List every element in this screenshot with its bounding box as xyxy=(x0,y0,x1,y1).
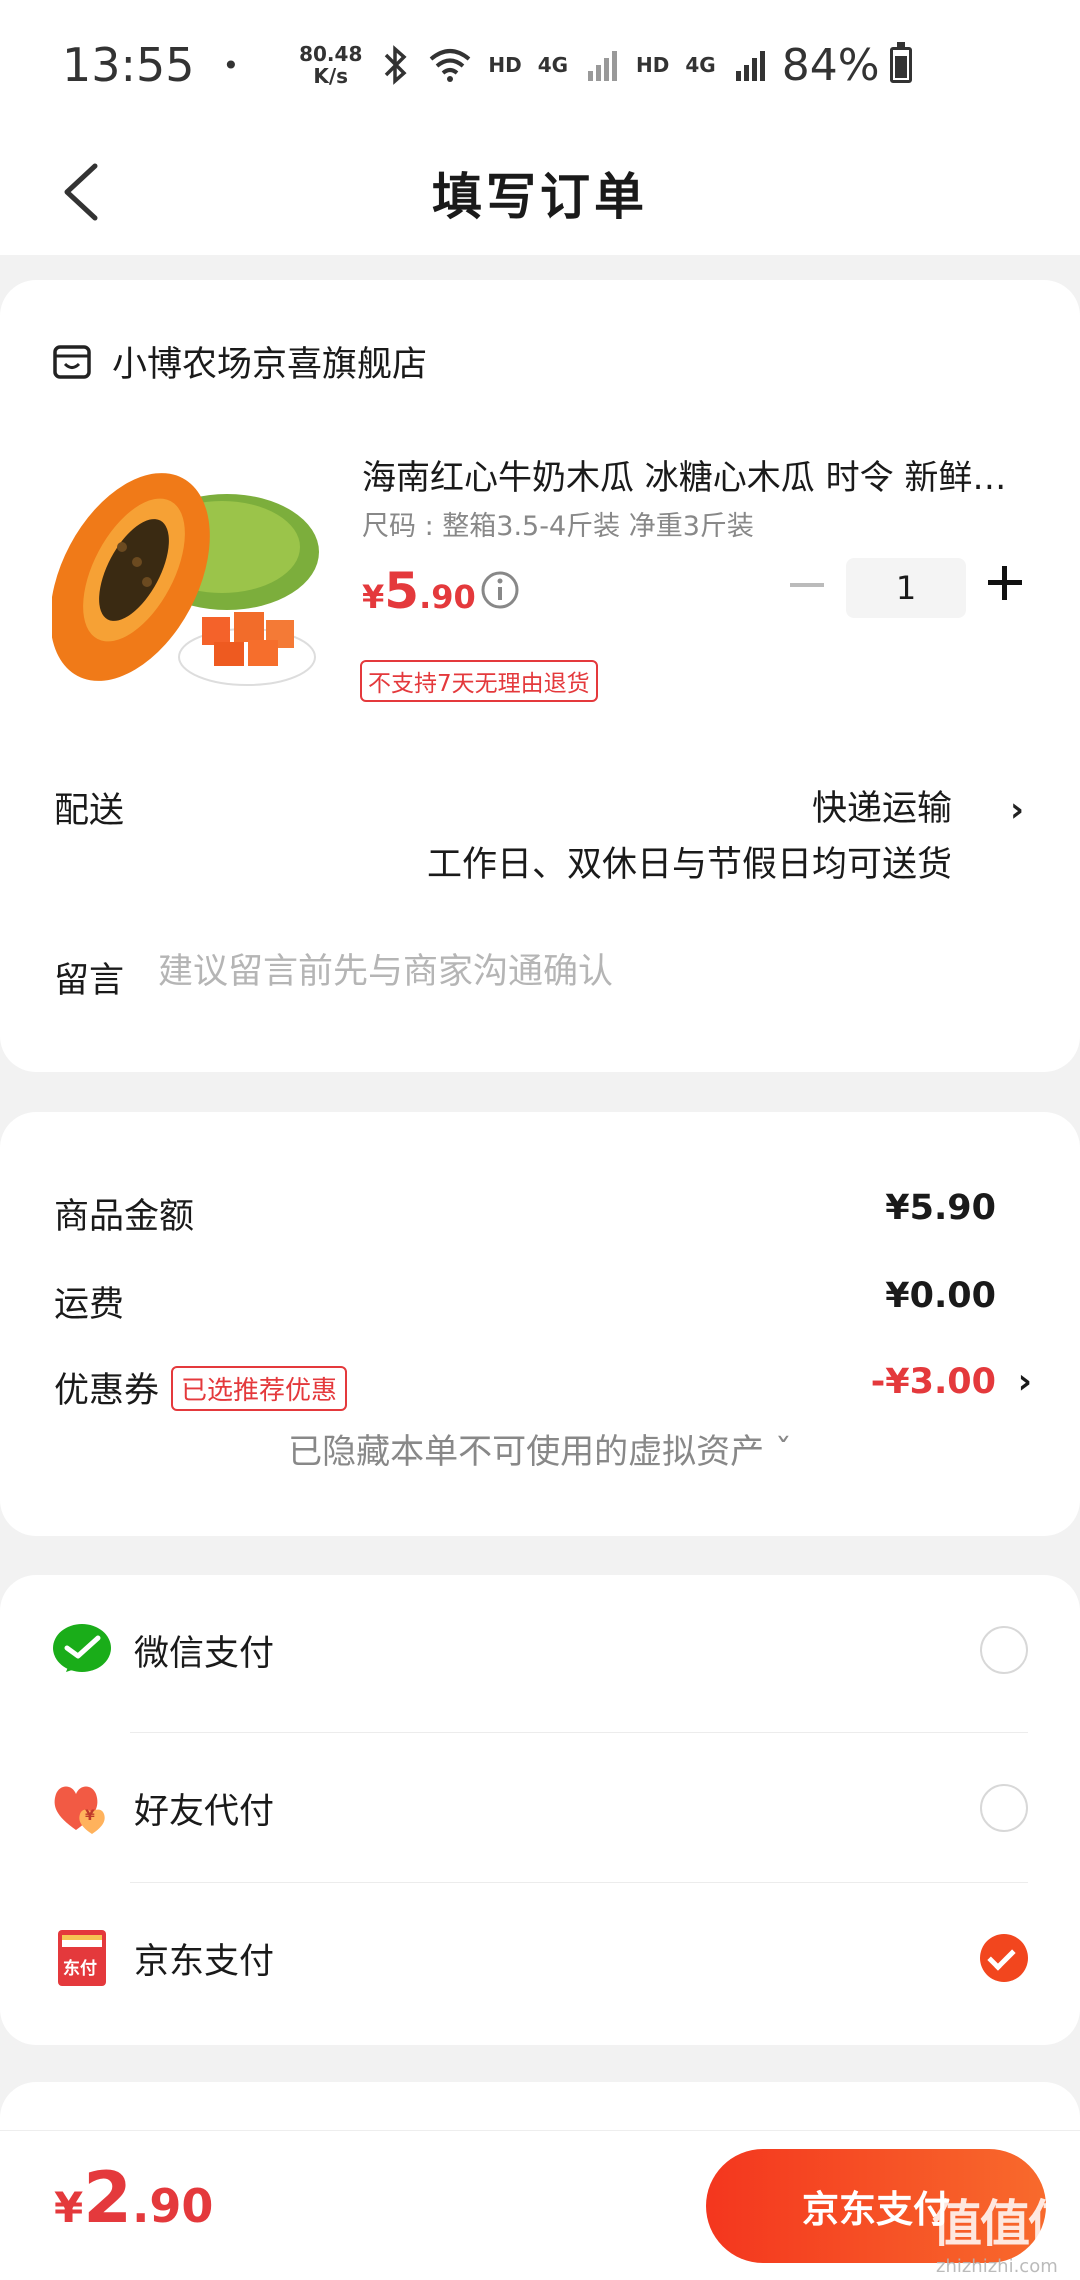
total-decimal: .90 xyxy=(131,2179,214,2233)
watermark-site: zhizhizhi.com xyxy=(936,2256,1058,2277)
info-icon[interactable] xyxy=(480,570,520,610)
payment-option-wechat[interactable]: 微信支付 xyxy=(52,1575,1028,1725)
chevron-right-icon[interactable]: › xyxy=(1018,1362,1032,1402)
friend-pay-icon: ¥ xyxy=(52,1778,112,1838)
bluetooth-icon xyxy=(380,45,410,85)
watermark-logo: 值值值 xyxy=(932,2195,1078,2253)
message-input[interactable] xyxy=(158,944,998,1000)
status-bar: 13:55 • 80.48 K/s HD 4G HD 4G 84% xyxy=(0,0,1080,130)
status-time: 13:55 xyxy=(62,38,195,92)
payment-label: 京东支付 xyxy=(134,1941,275,1982)
store-header[interactable]: 小博农场京喜旗舰店 xyxy=(52,336,427,387)
page-title: 填写订单 xyxy=(432,167,648,226)
shipping-label: 配送 xyxy=(54,791,125,831)
total-symbol: ¥ xyxy=(54,2183,84,2232)
jd-pay-icon-text: 东付 xyxy=(63,1959,97,1979)
amount-summary-card: 商品金额 ¥5.90 运费 ¥0.00 优惠券 已选推荐优惠 -¥3.00 › 已… xyxy=(0,1112,1080,1536)
quantity-decrease-button[interactable] xyxy=(790,583,824,587)
signal-icon-2 xyxy=(734,47,768,83)
total-price: ¥2.90 xyxy=(54,2157,213,2239)
payment-methods-card: 微信支付 ¥ 好友代付 东付 京东支付 xyxy=(0,1575,1080,2045)
radio-button-checked[interactable] xyxy=(980,1934,1028,1982)
coupon-value[interactable]: -¥3.00 xyxy=(871,1362,996,1402)
hidden-assets-toggle[interactable]: 已隐藏本单不可使用的虚拟资产 ˇ xyxy=(0,1424,1080,1473)
coupon-tag: 已选推荐优惠 xyxy=(171,1365,348,1411)
battery-icon xyxy=(889,42,912,83)
network-speed-value: 80.48 xyxy=(299,42,363,66)
payment-option-jd[interactable]: 东付 京东支付 xyxy=(52,1883,1028,2033)
nav-bar: 填写订单 xyxy=(0,130,1080,255)
friend-pay-icon-text: ¥ xyxy=(85,1808,95,1824)
product-title[interactable]: 海南红心牛奶木瓜 冰糖心木瓜 时令 新鲜水果 xyxy=(362,450,1012,499)
radio-button[interactable] xyxy=(980,1784,1028,1832)
network-speed-unit: K/s xyxy=(313,64,349,88)
return-policy-tag: 不支持7天无理由退货 xyxy=(360,660,598,702)
coupon-label: 优惠券 xyxy=(54,1371,160,1411)
hd-label-1: HD xyxy=(488,53,522,77)
product-price: ¥5.90 xyxy=(362,562,476,620)
store-icon xyxy=(52,342,92,382)
shipping-method[interactable]: 快递运输 xyxy=(812,780,952,831)
order-item-card: 小博农场京喜旗舰店 海南红心牛奶木瓜 冰糖心木瓜 时令 新鲜水果 尺码 : 整箱… xyxy=(0,280,1080,1072)
product-spec: 尺码 : 整箱3.5-4斤装 净重3斤装 xyxy=(362,511,754,542)
back-arrow-icon[interactable] xyxy=(55,162,115,222)
goods-amount-value: ¥5.90 xyxy=(885,1188,996,1228)
wifi-icon xyxy=(428,47,472,83)
network-speed: 80.48 K/s xyxy=(299,43,362,87)
payment-label: 好友代付 xyxy=(134,1791,275,1832)
goods-amount-row: 商品金额 ¥5.90 xyxy=(54,1188,1080,1239)
status-dot: • xyxy=(222,48,240,82)
chevron-right-icon[interactable]: › xyxy=(1010,790,1024,830)
price-decimal: .90 xyxy=(419,578,476,616)
price-integer: 5 xyxy=(384,562,420,620)
message-label: 留言 xyxy=(54,961,125,1001)
network-type-1: 4G xyxy=(537,53,569,77)
shipping-fee-row: 运费 ¥0.00 xyxy=(54,1276,1080,1327)
quantity-value[interactable]: 1 xyxy=(846,558,966,618)
shipping-note: 工作日、双休日与节假日均可送货 xyxy=(426,845,952,885)
price-symbol: ¥ xyxy=(362,578,385,616)
product-image[interactable] xyxy=(50,452,324,714)
jd-pay-icon: 东付 xyxy=(52,1928,112,1988)
radio-button[interactable] xyxy=(980,1626,1028,1674)
checkout-bar: ¥2.90 京东支付 xyxy=(0,2130,1080,2280)
wechat-pay-icon xyxy=(52,1620,112,1680)
shipping-fee-value: ¥0.00 xyxy=(885,1276,996,1316)
hd-label-2: HD xyxy=(636,53,670,77)
quantity-increase-button[interactable] xyxy=(988,566,1022,600)
battery-percent: 84% xyxy=(781,39,880,91)
payment-label: 微信支付 xyxy=(134,1633,275,1674)
payment-option-friend[interactable]: ¥ 好友代付 xyxy=(52,1733,1028,1883)
shipping-fee-label: 运费 xyxy=(54,1285,125,1325)
total-integer: 2 xyxy=(83,2157,132,2239)
network-type-2: 4G xyxy=(685,53,716,77)
store-name: 小博农场京喜旗舰店 xyxy=(112,345,428,385)
signal-icon-1 xyxy=(586,47,620,83)
coupon-row[interactable]: 优惠券 已选推荐优惠 -¥3.00 › xyxy=(54,1362,1080,1415)
goods-amount-label: 商品金额 xyxy=(54,1197,195,1237)
